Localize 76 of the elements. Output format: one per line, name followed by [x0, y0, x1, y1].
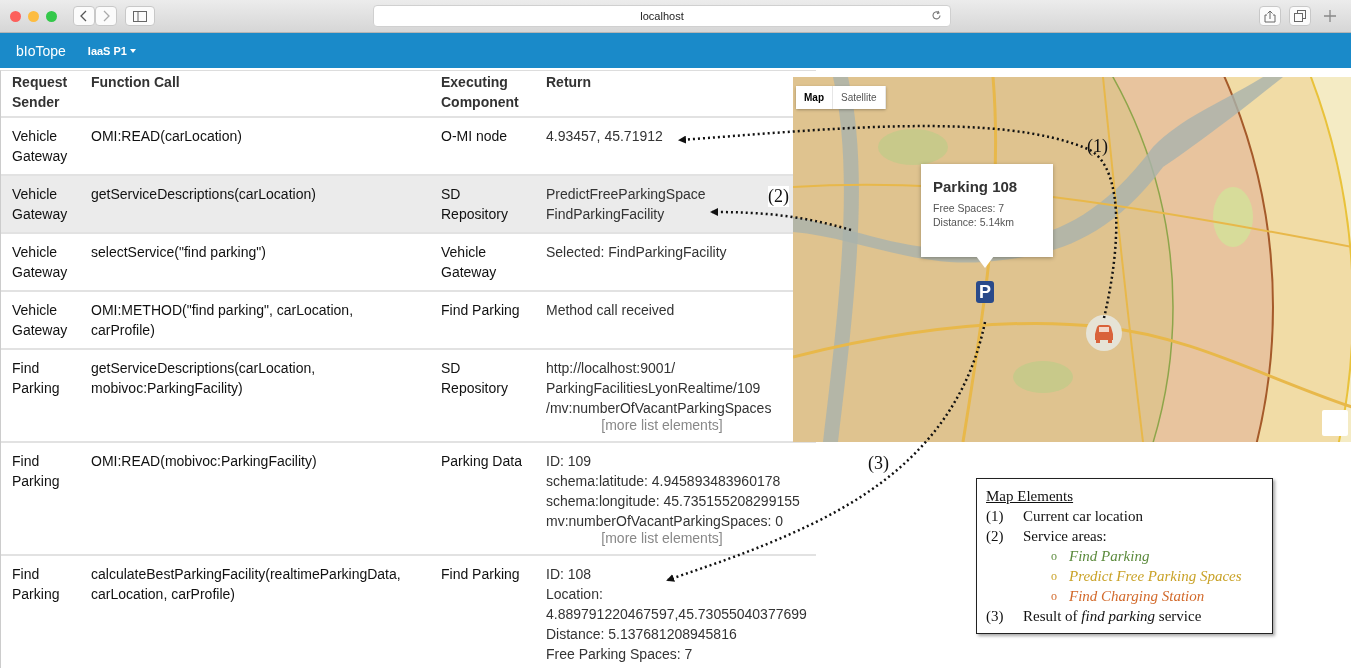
legend-number: (1) — [986, 507, 1005, 526]
map-type-tab[interactable]: Satellite — [833, 86, 886, 109]
table-cell-text: Vehicle Gateway — [12, 185, 68, 224]
legend-text: Predict Free Parking Spaces — [1069, 567, 1243, 586]
table-cell-text: Find Parking — [12, 359, 60, 398]
table-cell-text: selectService("find parking") — [91, 243, 266, 262]
annotation-label: (3) — [868, 453, 889, 474]
table-cell-text: Vehicle Gateway — [12, 127, 68, 166]
bullet-icon: o — [1051, 546, 1057, 566]
column-header: Return — [546, 73, 592, 92]
annotation-label: (2) — [768, 186, 789, 207]
bullet-icon: o — [1051, 566, 1057, 586]
project-menu[interactable]: IaaS P1 — [87, 44, 136, 57]
table-cell-text: Vehicle Gateway — [441, 243, 497, 282]
table-cell-text: SD Repository — [441, 185, 508, 224]
tabs-icon — [1294, 10, 1306, 22]
table-cell-text: ID: 109 schema:latitude: 4.945893483960178 schema:longitude: 45.735155208299155 mv:numberOfVacantParkingSpaces: 0 — [546, 452, 800, 531]
table-cell-text: Method call received — [546, 301, 675, 320]
popup-pointer — [976, 256, 994, 268]
back-button[interactable] — [73, 6, 95, 26]
brand-name[interactable]: bIoTope — [16, 42, 66, 59]
table-cell-text: Vehicle Gateway — [12, 301, 68, 340]
table-cell-text: Vehicle Gateway — [12, 243, 68, 282]
share-icon — [1264, 9, 1276, 23]
address-bar[interactable]: localhost — [373, 5, 951, 27]
legend-text: Current car location — [1023, 507, 1144, 526]
popup-text: Free Spaces: 7 — [933, 201, 1006, 215]
legend-title: Map Elements — [986, 487, 1075, 506]
more-link[interactable]: [more list elements] — [546, 531, 778, 546]
table-cell-text: Find Parking — [12, 452, 60, 491]
plus-icon — [1324, 10, 1336, 22]
table-cell-text: ID: 108 Location: 4.889791220467597,45.73055040377699 Distance: 5.137681208945816 Free Parking Spaces: 7 — [546, 565, 807, 664]
more-link[interactable]: [more list elements] — [546, 418, 778, 433]
legend-text: Find Parking — [1069, 547, 1151, 566]
column-header: Request Sender — [12, 73, 68, 112]
map-type-tab[interactable]: Map — [796, 86, 833, 109]
bullet-icon: o — [1051, 586, 1057, 606]
table-cell-text: Selected: FindParkingFacility — [546, 243, 727, 262]
table-cell-text: Find Parking — [12, 565, 60, 604]
sidebar-icon — [133, 10, 147, 22]
table-cell-text: getServiceDescriptions(carLocation) — [91, 185, 316, 204]
popup-title: Parking 108 — [933, 178, 1019, 195]
car-marker-icon[interactable] — [1085, 314, 1123, 352]
column-header: Executing Component — [441, 73, 519, 112]
legend-text: Find Charging Station — [1069, 587, 1206, 606]
legend-text: Service areas: — [1023, 527, 1108, 546]
table-cell-text: OMI:READ(mobivoc:ParkingFacility) — [91, 452, 317, 471]
chevron-left-icon — [80, 10, 88, 22]
table-cell-text: OMI:METHOD("find parking", carLocation, carProfile) — [91, 301, 354, 340]
legend-number: (3) — [986, 607, 1005, 626]
column-header: Function Call — [91, 73, 180, 92]
sidebar-button[interactable] — [125, 6, 155, 26]
table-cell-text: Find Parking — [441, 301, 520, 320]
table-cell-text: Parking Data — [441, 452, 522, 471]
table-cell-text: SD Repository — [441, 359, 508, 398]
popup-text: Distance: 5.14km — [933, 215, 1016, 229]
table-cell-text: PredictFreeParkingSpace FindParkingFacility — [546, 185, 706, 224]
reload-icon[interactable] — [931, 10, 942, 21]
table-cell-text: calculateBestParkingFacility(realtimeParkingData, carLocation, carProfile) — [91, 565, 401, 604]
table-cell-text: getServiceDescriptions(carLocation, mobivoc:ParkingFacility) — [91, 359, 316, 398]
table-cell-text: OMI:READ(carLocation) — [91, 127, 242, 146]
share-button[interactable] — [1259, 6, 1281, 26]
table-cell-text: http://localhost:9001/ ParkingFacilitiesLyonRealtime/109 /mv:numberOfVacantParkingSpaces — [546, 359, 772, 418]
tabs-button[interactable] — [1289, 6, 1311, 26]
table-cell-text: 4.93457, 45.71912 — [546, 127, 663, 146]
parking-marker[interactable]: P — [976, 281, 994, 303]
close-button[interactable] — [10, 10, 21, 22]
caret-icon — [129, 48, 136, 53]
annotation-label: (1) — [1087, 136, 1108, 157]
minimize-button[interactable] — [28, 10, 39, 22]
table-cell-text: Find Parking — [441, 565, 520, 584]
zoom-button[interactable] — [46, 10, 57, 22]
legend-text: Result of find parking service — [1023, 607, 1203, 626]
chevron-right-icon — [102, 10, 110, 22]
table-cell-text: O-MI node — [441, 127, 508, 146]
legend-number: (2) — [986, 527, 1005, 546]
